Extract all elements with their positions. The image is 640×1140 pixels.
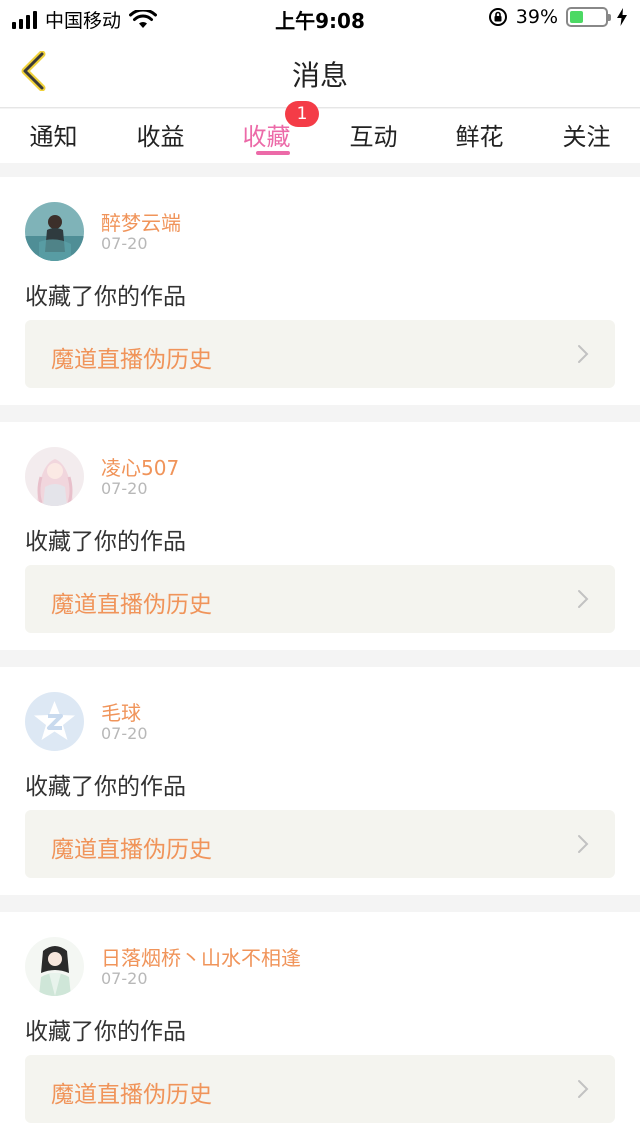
chevron-right-icon <box>578 1080 589 1098</box>
message-card: 毛球 07-20 收藏了你的作品 魔道直播伪历史 <box>0 667 640 895</box>
action-text: 收藏了你的作品 <box>25 529 186 555</box>
action-text: 收藏了你的作品 <box>25 284 186 310</box>
rotation-lock-icon <box>488 8 507 26</box>
username[interactable]: 毛球 <box>101 697 141 726</box>
action-text: 收藏了你的作品 <box>25 774 186 800</box>
battery-icon <box>566 7 611 27</box>
work-link[interactable]: 魔道直播伪历史 <box>25 565 615 633</box>
tab-label: 收益 <box>136 123 185 151</box>
tab-label: 关注 <box>562 123 611 151</box>
tab-notifications[interactable]: 通知 <box>0 109 107 163</box>
tab-label: 通知 <box>29 123 78 151</box>
charging-bolt-icon <box>617 8 627 26</box>
tab-label: 互动 <box>349 123 398 151</box>
work-title: 魔道直播伪历史 <box>51 837 212 863</box>
nav-bar: 消息 <box>0 36 640 108</box>
chevron-right-icon <box>578 345 589 363</box>
work-title: 魔道直播伪历史 <box>51 592 212 618</box>
chevron-right-icon <box>578 835 589 853</box>
avatar[interactable] <box>25 937 84 996</box>
tab-follows[interactable]: 关注 <box>533 109 640 163</box>
message-date: 07-20 <box>101 479 148 498</box>
message-card: 日落烟桥丶山水不相逢 07-20 收藏了你的作品 魔道直播伪历史 <box>0 912 640 1140</box>
tab-earnings[interactable]: 收益 <box>107 109 214 163</box>
work-link[interactable]: 魔道直播伪历史 <box>25 320 615 388</box>
message-date: 07-20 <box>101 724 148 743</box>
work-title: 魔道直播伪历史 <box>51 347 212 373</box>
status-right: 39% <box>488 6 628 28</box>
work-title: 魔道直播伪历史 <box>51 1082 212 1108</box>
message-card: 凌心507 07-20 收藏了你的作品 魔道直播伪历史 <box>0 422 640 650</box>
message-date: 07-20 <box>101 969 148 988</box>
tab-interactions[interactable]: 互动 <box>320 109 427 163</box>
message-card: 醉梦云端 07-20 收藏了你的作品 魔道直播伪历史 <box>0 177 640 405</box>
tab-flowers[interactable]: 鲜花 <box>426 109 533 163</box>
page-title: 消息 <box>291 59 348 92</box>
tab-label: 收藏 <box>242 123 291 151</box>
avatar[interactable] <box>25 202 84 261</box>
chevron-right-icon <box>578 590 589 608</box>
active-tab-indicator <box>256 151 290 155</box>
message-date: 07-20 <box>101 234 148 253</box>
username[interactable]: 醉梦云端 <box>101 207 181 236</box>
avatar[interactable] <box>25 447 84 506</box>
battery-percent: 39% <box>515 6 558 28</box>
work-link[interactable]: 魔道直播伪历史 <box>25 1055 615 1123</box>
battery-fill <box>570 11 584 23</box>
username[interactable]: 日落烟桥丶山水不相逢 <box>101 942 301 971</box>
unread-badge: 1 <box>285 101 319 127</box>
work-link[interactable]: 魔道直播伪历史 <box>25 810 615 878</box>
tab-bar: 通知 收益 收藏 互动 鲜花 关注 1 <box>0 101 640 163</box>
avatar[interactable] <box>25 692 84 751</box>
status-bar: 中国移动 上午9:08 39% <box>0 0 640 36</box>
username[interactable]: 凌心507 <box>101 452 179 481</box>
action-text: 收藏了你的作品 <box>25 1019 186 1045</box>
tab-label: 鲜花 <box>455 123 504 151</box>
